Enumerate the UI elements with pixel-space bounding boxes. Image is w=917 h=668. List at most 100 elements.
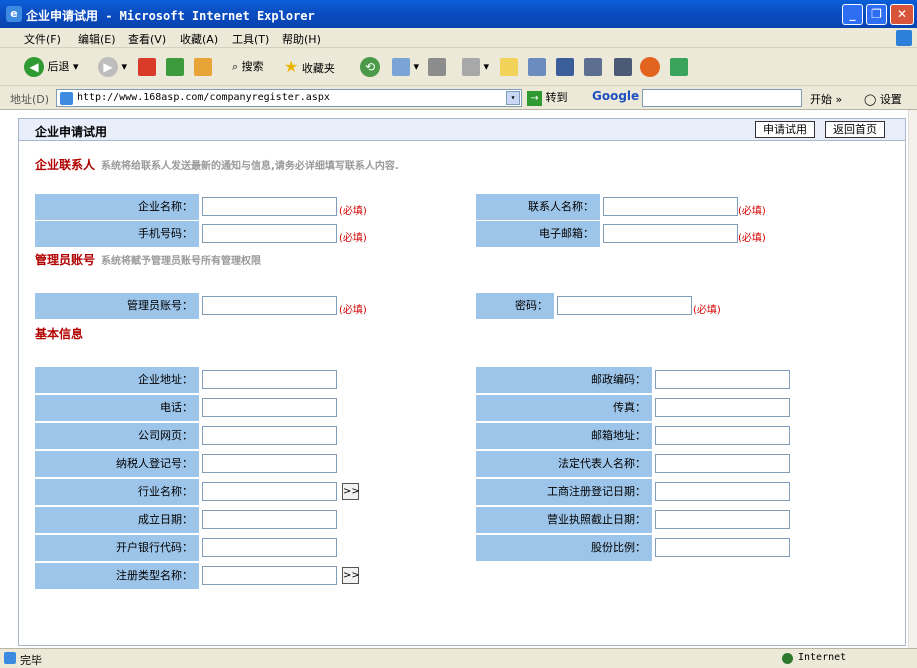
- vertical-scrollbar[interactable]: [908, 110, 917, 648]
- label-zip: 邮政编码：: [476, 367, 652, 393]
- start-button[interactable]: 开始 »: [810, 91, 842, 107]
- section-admin-hint: 系统将赋予管理员账号所有管理权限: [101, 256, 262, 267]
- menu-edit[interactable]: 编辑(E): [78, 31, 116, 47]
- reg-date-input[interactable]: [655, 482, 790, 501]
- back-arrow-icon: ◀: [24, 57, 44, 77]
- history-icon: ⟲: [360, 57, 380, 77]
- address-label: 地址(D): [10, 93, 50, 106]
- page-content: 企业申请试用 申请试用 返回首页 企业联系人 系统将给联系人发送最新的通知与信息,…: [0, 110, 908, 648]
- found-date-input[interactable]: [202, 510, 337, 529]
- star-icon: ★: [284, 57, 299, 76]
- menu-favorites[interactable]: 收藏(A): [180, 31, 218, 47]
- section-contact-hint: 系统将给联系人发送最新的通知与信息,请务必详细填写联系人内容.: [101, 161, 399, 172]
- back-label: 后退: [47, 60, 70, 73]
- label-address: 企业地址：: [35, 367, 199, 393]
- password-required: (必填): [693, 305, 721, 316]
- menu-help[interactable]: 帮助(H): [282, 31, 321, 47]
- folder-button[interactable]: [500, 56, 518, 78]
- label-reg-date: 工商注册登记日期：: [476, 479, 652, 505]
- print-button[interactable]: [428, 56, 446, 78]
- back-button[interactable]: ◀ 后退 ▾: [24, 56, 79, 78]
- menu-bar: 文件(F) 编辑(E) 查看(V) 收藏(A) 工具(T) 帮助(H): [0, 28, 917, 48]
- reg-type-picker-button[interactable]: >>: [342, 567, 360, 584]
- apply-trial-button[interactable]: 申请试用: [755, 121, 815, 138]
- company-name-input[interactable]: [202, 197, 337, 216]
- people-icon: [670, 58, 688, 76]
- address-field[interactable]: [202, 370, 337, 389]
- messenger-icon: [640, 57, 660, 77]
- address-input[interactable]: http://www.168asp.com/companyregister.as…: [56, 89, 522, 107]
- page-title: 企业申请试用: [35, 125, 108, 139]
- industry-input[interactable]: [202, 482, 337, 501]
- favorites-button[interactable]: ★ 收藏夹: [284, 56, 335, 78]
- refresh-button[interactable]: [166, 56, 184, 78]
- edit-icon: [462, 58, 480, 76]
- go-button[interactable]: → 转到: [527, 89, 568, 107]
- section-contact: 企业联系人 系统将给联系人发送最新的通知与信息,请务必详细填写联系人内容.: [35, 156, 399, 173]
- history-button[interactable]: ⟲: [360, 56, 380, 78]
- start-label: 开始: [810, 93, 832, 106]
- search-icon: ⌕: [232, 60, 239, 73]
- title-bar: e 企业申请试用 - Microsoft Internet Explorer _…: [0, 0, 917, 28]
- website-input[interactable]: [202, 426, 337, 445]
- label-website: 公司网页：: [35, 423, 199, 449]
- mail-icon: [392, 58, 410, 76]
- people-button[interactable]: [670, 56, 688, 78]
- address-url: http://www.168asp.com/companyregister.as…: [77, 92, 330, 103]
- messenger-button[interactable]: [640, 56, 660, 78]
- mail-button[interactable]: ▾: [392, 56, 419, 78]
- menu-tools[interactable]: 工具(T): [232, 31, 269, 47]
- home-button[interactable]: [194, 56, 212, 78]
- reg-type-input[interactable]: [202, 566, 337, 585]
- admin-account-input[interactable]: [202, 296, 337, 315]
- edit-button[interactable]: ▾: [462, 56, 489, 78]
- close-button[interactable]: ✕: [890, 4, 914, 25]
- industry-picker-button[interactable]: >>: [342, 483, 360, 500]
- forward-arrow-icon: ▶: [98, 57, 118, 77]
- search-button[interactable]: ⌕ 搜索: [232, 56, 264, 78]
- back-home-button[interactable]: 返回首页: [825, 121, 885, 138]
- form-panel: 企业申请试用 申请试用 返回首页 企业联系人 系统将给联系人发送最新的通知与信息,…: [18, 118, 906, 646]
- label-password: 密码：: [476, 293, 554, 319]
- status-text: 完毕: [20, 654, 42, 667]
- phone-input[interactable]: [202, 398, 337, 417]
- label-contact-name: 联系人名称：: [476, 194, 600, 220]
- section-contact-title: 企业联系人: [35, 158, 96, 172]
- legal-rep-input[interactable]: [655, 454, 790, 473]
- company-name-required: (必填): [339, 206, 367, 217]
- maximize-button[interactable]: ❐: [866, 4, 887, 25]
- folder-icon: [500, 58, 518, 76]
- email-input[interactable]: [603, 224, 738, 243]
- settings-button[interactable]: ◯ 设置: [864, 91, 902, 107]
- google-search-input[interactable]: [642, 89, 802, 107]
- label-share: 股份比例：: [476, 535, 652, 561]
- menu-file[interactable]: 文件(F): [24, 31, 61, 47]
- calc-button[interactable]: [614, 56, 632, 78]
- fax-input[interactable]: [655, 398, 790, 417]
- print-icon: [428, 58, 446, 76]
- license-exp-input[interactable]: [655, 510, 790, 529]
- forward-button[interactable]: ▶ ▾: [98, 56, 127, 78]
- windows-logo-icon: [896, 30, 912, 46]
- stop-button[interactable]: [138, 56, 156, 78]
- status-bar: 完毕 Internet: [0, 648, 917, 668]
- dict-button[interactable]: [584, 56, 602, 78]
- k-button[interactable]: [556, 56, 574, 78]
- go-label: 转到: [545, 91, 568, 104]
- menu-view[interactable]: 查看(V): [128, 31, 166, 47]
- bank-code-input[interactable]: [202, 538, 337, 557]
- email-required: (必填): [738, 233, 766, 244]
- password-input[interactable]: [557, 296, 692, 315]
- mobile-required: (必填): [339, 233, 367, 244]
- zip-input[interactable]: [655, 370, 790, 389]
- minimize-button[interactable]: _: [842, 4, 863, 25]
- address-dropdown-icon[interactable]: ▾: [506, 91, 520, 105]
- mail-address-input[interactable]: [655, 426, 790, 445]
- contact-name-input[interactable]: [603, 197, 738, 216]
- contact-name-required: (必填): [738, 206, 766, 217]
- mobile-input[interactable]: [202, 224, 337, 243]
- zone-label: Internet: [798, 652, 847, 663]
- tax-id-input[interactable]: [202, 454, 337, 473]
- link-button[interactable]: [528, 56, 546, 78]
- share-input[interactable]: [655, 538, 790, 557]
